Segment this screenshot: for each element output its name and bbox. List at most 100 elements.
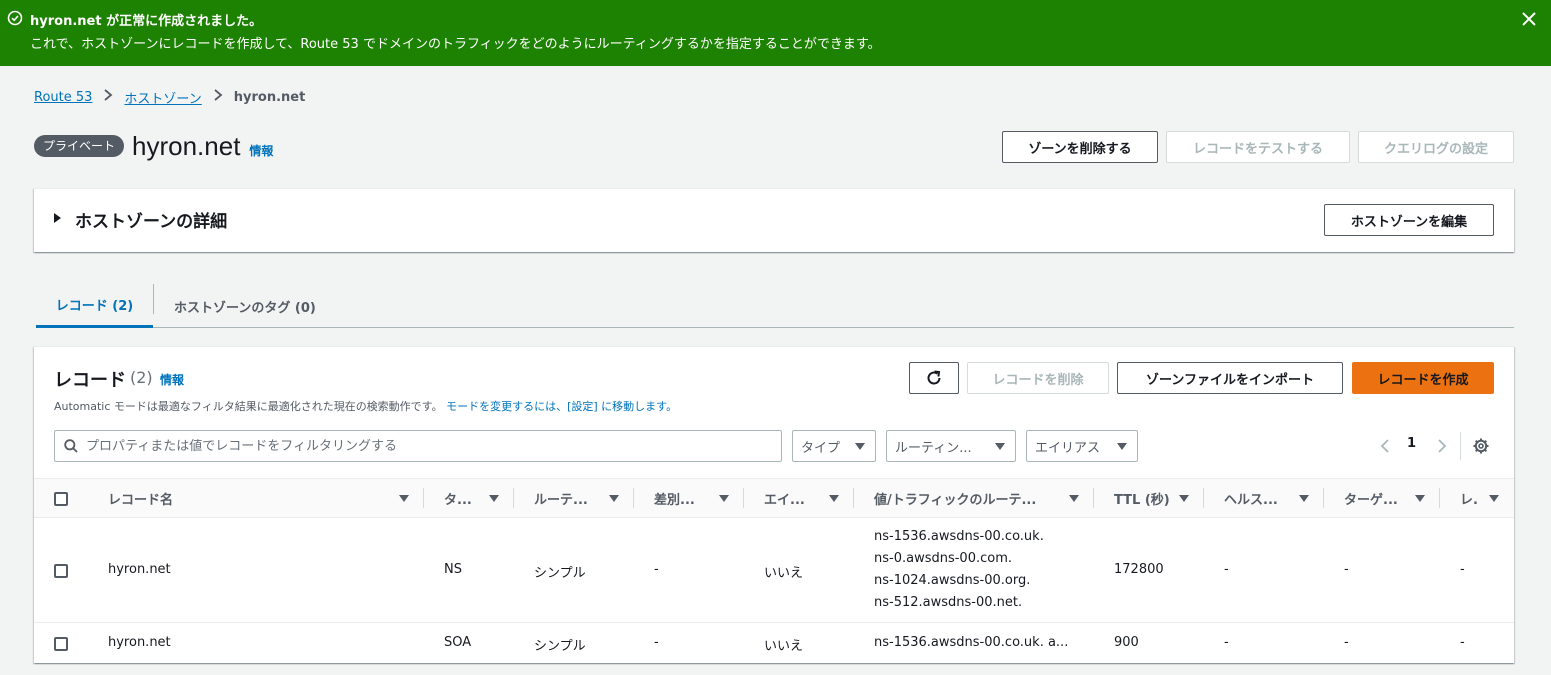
column-record-name[interactable]: レコード名 bbox=[108, 479, 388, 517]
tab-divider bbox=[153, 284, 154, 314]
header-info-link[interactable]: 情報 bbox=[249, 142, 273, 159]
column-alias[interactable]: エイ... bbox=[764, 479, 820, 517]
delete-record-button[interactable]: レコードを削除 bbox=[967, 362, 1109, 394]
sort-icon[interactable] bbox=[1415, 495, 1425, 502]
cell-ttl: 172800 bbox=[1114, 562, 1164, 577]
alias-filter-label: エイリアス bbox=[1035, 440, 1101, 456]
check-circle-icon bbox=[7, 10, 23, 26]
cell-record-id: - bbox=[1460, 635, 1465, 650]
cell-type: SOA bbox=[444, 635, 472, 650]
caret-down-icon bbox=[855, 443, 865, 450]
column-divider bbox=[853, 488, 854, 508]
breadcrumb-current: hyron.net bbox=[233, 89, 306, 105]
refresh-button[interactable] bbox=[909, 362, 959, 394]
cell-record-id: - bbox=[1460, 562, 1465, 577]
column-routing[interactable]: ルーテ... bbox=[534, 479, 598, 517]
breadcrumb-hosted-zones[interactable]: ホストゾーン bbox=[124, 88, 201, 107]
flash-message: これで、ホストゾーンにレコードを作成して、Route 53 でドメインのトラフィ… bbox=[30, 37, 881, 52]
settings-link[interactable]: モードを変更するには、[設定] に移動します。 bbox=[446, 400, 677, 413]
column-target-health[interactable]: ターゲ... bbox=[1344, 479, 1408, 517]
sort-icon[interactable] bbox=[489, 495, 499, 502]
column-divider bbox=[633, 488, 634, 508]
select-all-checkbox[interactable] bbox=[54, 492, 68, 506]
table-row[interactable]: hyron.net SOA シンプル - いいえ ns-1536.awsdns-… bbox=[34, 623, 1514, 663]
column-value[interactable]: 値/トラフィックのルーテ... bbox=[874, 479, 1060, 517]
tab-records[interactable]: レコード (2) bbox=[36, 284, 153, 328]
cell-ttl: 900 bbox=[1114, 635, 1139, 650]
routing-filter-select[interactable]: ルーティン... bbox=[886, 430, 1016, 462]
gear-icon[interactable] bbox=[1472, 437, 1490, 455]
description-text: Automatic モードは最適なフィルタ結果に最適化された現在の検索動作です。 bbox=[54, 400, 443, 413]
search-input[interactable] bbox=[86, 438, 781, 454]
value-line: ns-1024.awsdns-00.org. bbox=[874, 573, 1031, 588]
test-record-button[interactable]: レコードをテストする bbox=[1166, 131, 1350, 163]
sort-icon[interactable] bbox=[1489, 495, 1499, 502]
row-checkbox[interactable] bbox=[54, 637, 68, 651]
sort-icon[interactable] bbox=[829, 495, 839, 502]
tab-tags[interactable]: ホストゾーンのタグ (0) bbox=[174, 284, 316, 328]
delete-zone-button[interactable]: ゾーンを削除する bbox=[1002, 131, 1158, 163]
alias-filter-select[interactable]: エイリアス bbox=[1026, 430, 1138, 462]
sort-icon[interactable] bbox=[1299, 495, 1309, 502]
pager-divider bbox=[1460, 432, 1461, 460]
column-ttl[interactable]: TTL (秒) bbox=[1114, 479, 1174, 517]
success-flash: hyron.net が正常に作成されました。 これで、ホストゾーンにレコードを作… bbox=[0, 0, 1551, 66]
cell-type: NS bbox=[444, 562, 462, 577]
sort-icon[interactable] bbox=[1069, 495, 1079, 502]
table-header: レコード名 タ... ルーテ... 差別... エイ... 値/トラフィックのル… bbox=[34, 478, 1514, 518]
column-divider bbox=[1203, 488, 1204, 508]
cell-differentiator: - bbox=[654, 635, 659, 650]
chevron-left-icon[interactable] bbox=[1378, 438, 1394, 454]
breadcrumb-route53[interactable]: Route 53 bbox=[34, 90, 92, 105]
column-record-id[interactable]: レ. bbox=[1460, 479, 1482, 517]
sort-icon[interactable] bbox=[1179, 495, 1189, 502]
column-divider bbox=[1093, 488, 1094, 508]
column-health-check[interactable]: ヘルス... bbox=[1224, 479, 1290, 517]
column-differentiator[interactable]: 差別... bbox=[654, 479, 710, 517]
cell-alias: いいえ bbox=[764, 566, 804, 581]
records-info-link[interactable]: 情報 bbox=[160, 371, 184, 388]
import-zone-file-button[interactable]: ゾーンファイルをインポート bbox=[1117, 362, 1343, 394]
caret-down-icon bbox=[995, 443, 1005, 450]
table-row[interactable]: hyron.net NS シンプル - いいえ ns-1536.awsdns-0… bbox=[34, 518, 1514, 623]
refresh-icon bbox=[927, 370, 941, 385]
value-line: ns-512.awsdns-00.net. bbox=[874, 595, 1023, 610]
search-box bbox=[54, 430, 782, 462]
column-type[interactable]: タ... bbox=[444, 479, 484, 517]
type-filter-label: タイプ bbox=[801, 440, 841, 456]
cell-routing: シンプル bbox=[534, 639, 586, 654]
column-divider bbox=[513, 488, 514, 508]
page-number[interactable]: 1 bbox=[1407, 436, 1416, 451]
column-divider bbox=[743, 488, 744, 508]
edit-hosted-zone-button[interactable]: ホストゾーンを編集 bbox=[1324, 204, 1494, 236]
cell-alias: いいえ bbox=[764, 639, 804, 654]
caret-right-icon[interactable] bbox=[54, 213, 61, 223]
records-count: (2) bbox=[130, 368, 153, 387]
row-checkbox[interactable] bbox=[54, 564, 68, 578]
cell-target-health: - bbox=[1344, 562, 1349, 577]
caret-down-icon bbox=[1117, 443, 1127, 450]
value-line: ns-1536.awsdns-00.co.uk. bbox=[874, 529, 1044, 544]
query-log-button[interactable]: クエリログの設定 bbox=[1358, 131, 1514, 163]
sort-icon[interactable] bbox=[399, 495, 409, 502]
chevron-right-icon[interactable] bbox=[1433, 438, 1449, 454]
records-panel: レコード (2) 情報 Automatic モードは最適なフィルタ結果に最適化さ… bbox=[34, 346, 1514, 663]
private-badge: プライベート bbox=[34, 135, 125, 157]
create-record-button[interactable]: レコードを作成 bbox=[1352, 362, 1494, 394]
cell-target-health: - bbox=[1344, 635, 1349, 650]
sort-icon[interactable] bbox=[719, 495, 729, 502]
records-description: Automatic モードは最適なフィルタ結果に最適化された現在の検索動作です。… bbox=[54, 398, 677, 414]
tabs: レコード (2) ホストゾーンのタグ (0) bbox=[36, 284, 1514, 328]
records-title: レコード bbox=[54, 370, 126, 391]
page-title: hyron.net bbox=[132, 130, 241, 161]
sort-icon[interactable] bbox=[609, 495, 619, 502]
details-title[interactable]: ホストゾーンの詳細 bbox=[75, 207, 227, 232]
page-header: プライベート hyron.net 情報 bbox=[34, 128, 273, 164]
cell-record-name: hyron.net bbox=[108, 562, 171, 577]
type-filter-select[interactable]: タイプ bbox=[792, 430, 876, 462]
cell-value: ns-1536.awsdns-00.co.uk. a... bbox=[874, 635, 1069, 650]
chevron-right-icon bbox=[202, 89, 234, 105]
cell-health-check: - bbox=[1224, 562, 1229, 577]
cell-routing: シンプル bbox=[534, 566, 586, 581]
close-icon[interactable] bbox=[1519, 9, 1539, 29]
